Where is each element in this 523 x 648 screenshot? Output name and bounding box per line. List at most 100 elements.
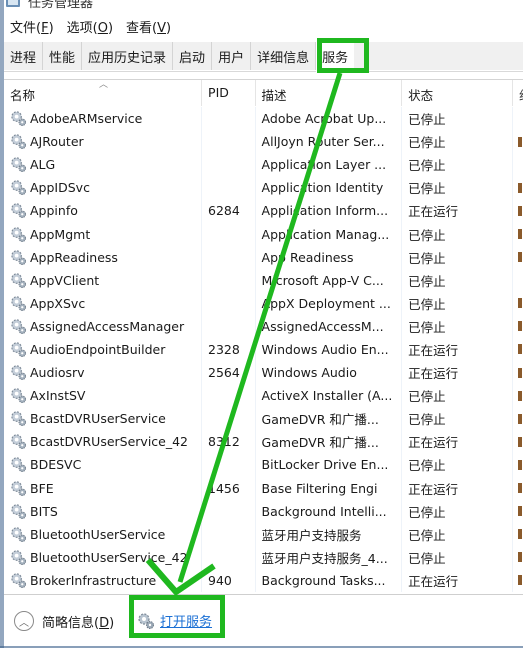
service-status: 已停止 (402, 130, 514, 154)
service-row[interactable]: AJRouter AllJoyn Router Ser... 已停止 (4, 130, 523, 154)
menu-file[interactable]: 文件(F) (10, 17, 54, 36)
service-row[interactable]: AxInstSV ActiveX Installer (A... 已停止 (4, 384, 523, 408)
service-name-cell: BcastDVRUserService_42 (4, 430, 203, 454)
service-group-text-fragment (518, 529, 523, 540)
column-header-group[interactable]: 组 (513, 80, 523, 106)
service-row[interactable]: BITS Background Intelli... 已停止 (4, 499, 523, 523)
service-group-cell (513, 107, 523, 130)
service-group-text-fragment (518, 205, 523, 216)
service-pid (202, 176, 256, 200)
service-group-cell (513, 477, 523, 500)
tab-details[interactable]: 详细信息 (251, 42, 317, 70)
service-description: Windows Audio (256, 361, 403, 385)
service-description: Microsoft App-V C... (256, 268, 403, 292)
service-description: 蓝牙用户支持服务_4... (256, 545, 403, 569)
service-description: AppX Deployment ... (256, 291, 403, 315)
service-status: 已停止 (402, 176, 514, 200)
service-group-text-fragment (518, 506, 523, 517)
service-status: 已停止 (402, 268, 514, 292)
column-header-pid[interactable]: PID (202, 80, 256, 106)
service-group-cell (513, 269, 523, 292)
service-name: AppReadiness (30, 249, 118, 265)
service-row[interactable]: AppVClient Microsoft App-V C... 已停止 (4, 268, 523, 292)
service-row[interactable]: BluetoothUserService_42 蓝牙用户支持服务_4... 已停… (4, 545, 523, 569)
service-group-cell (513, 546, 523, 569)
service-group-cell (513, 500, 523, 523)
service-group-cell (513, 430, 523, 453)
service-name: BluetoothUserService_42 (30, 549, 188, 565)
service-row[interactable]: AppMgmt Application Manag... 已停止 (4, 222, 523, 246)
service-row[interactable]: BcastDVRUserService_42 8312 GameDVR 和广播.… (4, 430, 523, 454)
service-name: AppMgmt (30, 226, 91, 242)
service-gear-icon (11, 457, 27, 473)
service-row[interactable]: BluetoothUserService 蓝牙用户支持服务 已停止 (4, 522, 523, 546)
service-group-text-fragment (518, 252, 523, 263)
service-row[interactable]: BrokerInfrastructure 940 Background Task… (4, 568, 523, 592)
service-group-cell (513, 153, 523, 176)
menu-options[interactable]: 选项(O) (67, 17, 113, 36)
service-description: ActiveX Installer (A... (256, 384, 403, 408)
service-row[interactable]: BFE 1456 Base Filtering Engi 正在运行 (4, 476, 523, 500)
service-description: BitLocker Drive En... (256, 453, 403, 477)
service-gear-icon (11, 319, 27, 334)
service-name: AudioEndpointBuilder (30, 341, 166, 357)
column-header-description[interactable]: 描述 (256, 80, 403, 106)
service-name: BrokerInfrastructure (30, 572, 157, 588)
service-group-text-fragment (518, 436, 523, 447)
service-pid (202, 453, 256, 477)
service-status: 正在运行 (402, 568, 514, 592)
service-row[interactable]: BDESVC BitLocker Drive En... 已停止 (4, 453, 523, 477)
tab-processes[interactable]: 进程 (4, 42, 44, 70)
service-status: 已停止 (402, 291, 514, 315)
service-gear-icon (11, 480, 27, 496)
service-pid (202, 522, 256, 546)
service-status: 已停止 (402, 314, 514, 338)
service-name: BluetoothUserService (30, 526, 166, 542)
service-description: GameDVR 和广播... (256, 407, 403, 431)
column-header-status[interactable]: 状态 (402, 80, 514, 106)
service-name: BITS (30, 503, 58, 519)
service-name: AppXSvc (30, 295, 86, 311)
column-header-name[interactable]: ︿ 名称 (4, 80, 203, 106)
service-group-cell (513, 292, 523, 315)
service-description: AssignedAccessM... (256, 314, 403, 338)
service-name: AdobeARMservice (30, 111, 143, 127)
service-description: 蓝牙用户支持服务 (256, 522, 403, 546)
service-row[interactable]: BcastDVRUserService GameDVR 和广播... 已停止 (4, 407, 523, 431)
service-pid: 2328 (202, 337, 256, 362)
service-row[interactable]: ALG Application Layer ... 已停止 (4, 153, 523, 177)
tab-performance[interactable]: 性能 (43, 42, 83, 70)
service-row[interactable]: AppIDSvc Application Identity 已停止 (4, 176, 523, 200)
service-gear-icon (11, 226, 27, 242)
tab-users[interactable]: 用户 (212, 42, 252, 70)
service-row[interactable]: AppReadiness App Readiness 已停止 (4, 245, 523, 269)
service-row[interactable]: Appinfo 6284 Application Inform... 正在运行 (4, 199, 523, 223)
tab-app-history[interactable]: 应用历史记录 (82, 42, 174, 70)
service-group-text-fragment (518, 182, 523, 193)
menu-view[interactable]: 查看(V) (126, 17, 171, 36)
service-row[interactable]: AssignedAccessManager AssignedAccessM...… (4, 314, 523, 338)
service-name: AppIDSvc (30, 180, 90, 196)
service-group-text-fragment (518, 136, 523, 147)
window-title: 任务管理器 (28, 0, 94, 11)
service-row[interactable]: Audiosrv 2564 Windows Audio 正在运行 (4, 361, 523, 385)
service-status: 已停止 (402, 384, 514, 408)
service-gear-icon (11, 134, 27, 150)
service-gear-icon (11, 203, 27, 219)
service-status: 已停止 (402, 453, 514, 477)
service-status: 正在运行 (402, 337, 514, 362)
service-row[interactable]: AppXSvc AppX Deployment ... 已停止 (4, 291, 523, 315)
service-row[interactable]: AudioEndpointBuilder 2328 Windows Audio … (4, 337, 523, 362)
fewer-details-button[interactable]: ︿ 简略信息(D) (14, 611, 114, 631)
service-pid: 8312 (202, 430, 256, 454)
service-name-cell: AppIDSvc (4, 176, 203, 200)
service-name-cell: BcastDVRUserService (4, 407, 203, 431)
task-manager-icon (6, 0, 20, 7)
service-status: 已停止 (402, 222, 514, 246)
service-name: AxInstSV (30, 388, 86, 404)
service-name: ALG (30, 157, 56, 173)
tab-startup[interactable]: 启动 (173, 42, 213, 70)
service-row[interactable]: AdobeARMservice Adobe Acrobat Up... 已停止 (4, 107, 523, 131)
service-group-cell (513, 569, 523, 592)
service-status: 正在运行 (402, 476, 514, 500)
